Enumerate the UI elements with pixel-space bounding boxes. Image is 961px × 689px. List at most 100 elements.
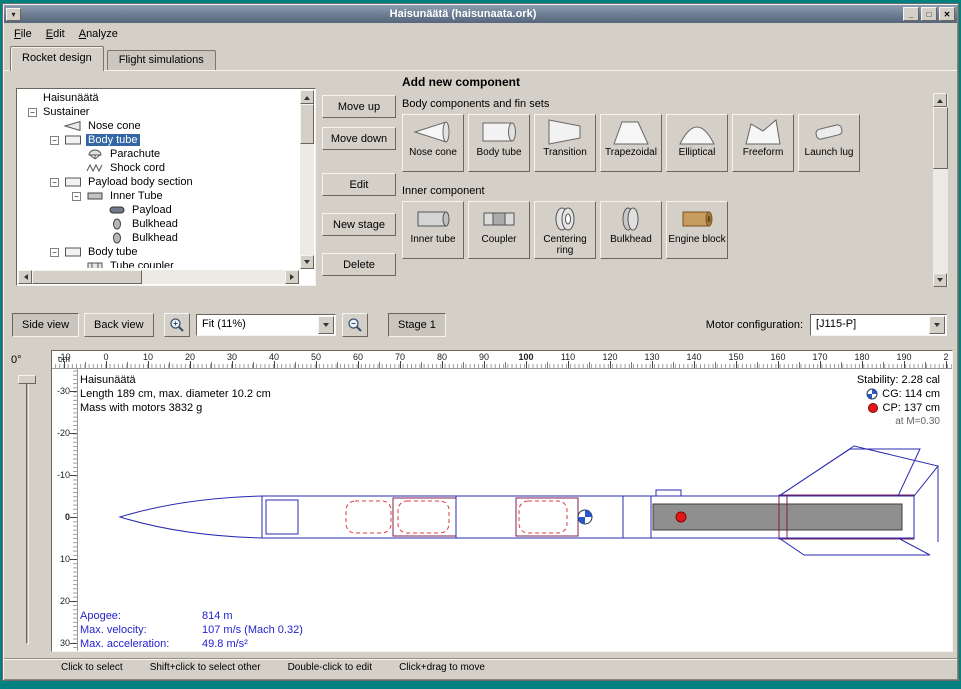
tree-expander-icon[interactable]: − xyxy=(72,192,81,201)
combo-dropdown-button[interactable] xyxy=(318,316,334,334)
minimize-button[interactable]: _ xyxy=(903,7,919,21)
rotation-slider-thumb[interactable] xyxy=(18,375,36,384)
scrollbar-thumb[interactable] xyxy=(933,107,948,169)
add-component-palette: Add new component Body components and fi… xyxy=(402,75,931,304)
tree-item[interactable]: Nose cone xyxy=(18,119,298,133)
tree-expander-icon[interactable]: − xyxy=(50,136,59,145)
h-ruler-tick xyxy=(232,361,233,368)
scroll-up-button[interactable] xyxy=(300,90,314,104)
flight-stat-label: Apogee: xyxy=(80,609,202,623)
add-component-button[interactable]: Elliptical xyxy=(666,114,728,172)
h-ruler-tick xyxy=(652,361,653,368)
scroll-left-button[interactable] xyxy=(18,270,32,284)
tree-item[interactable]: − Payload body section xyxy=(18,175,298,189)
stage-1-toggle[interactable]: Stage 1 xyxy=(388,313,446,337)
maximize-button[interactable]: □ xyxy=(921,7,937,21)
palette-row-body-components: Nose cone Body tube Transition Trapezoid… xyxy=(402,114,931,172)
cg-marker xyxy=(578,510,592,524)
h-ruler-tick xyxy=(736,361,737,368)
tree-horizontal-scrollbar[interactable] xyxy=(18,270,299,284)
add-component-button[interactable]: Transition xyxy=(534,114,596,172)
tree-item[interactable]: − Body tube xyxy=(18,245,298,259)
tree-action-button[interactable]: Move up xyxy=(322,95,396,118)
component-icon xyxy=(677,118,717,146)
menu-item[interactable]: File xyxy=(7,25,39,43)
tree-item[interactable]: − Body tube xyxy=(18,133,298,147)
tree-item[interactable]: Payload xyxy=(18,203,298,217)
scrollbar-thumb[interactable] xyxy=(32,270,142,284)
side-view-button[interactable]: Side view xyxy=(12,313,79,337)
h-ruler-tick xyxy=(820,361,821,368)
scrollbar-thumb[interactable] xyxy=(300,104,314,144)
add-component-button[interactable]: Inner tube xyxy=(402,201,464,259)
tree-item[interactable]: Bulkhead xyxy=(18,231,298,245)
window-menu-icon[interactable]: ▾ xyxy=(6,8,21,21)
tree-expander-icon[interactable]: − xyxy=(50,178,59,187)
zoom-out-button[interactable] xyxy=(342,313,368,337)
back-view-button[interactable]: Back view xyxy=(84,313,154,337)
component-label: Centering ring xyxy=(535,234,595,256)
tree-item[interactable]: Tube coupler xyxy=(18,259,298,268)
tab[interactable]: Rocket design xyxy=(10,46,104,71)
tree-action-button[interactable]: New stage xyxy=(322,213,396,236)
rocket-dimensions: Length 189 cm, max. diameter 10.2 cm xyxy=(80,387,271,401)
zoom-select[interactable]: Fit (11%) xyxy=(196,314,336,336)
magnifier-plus-icon xyxy=(169,317,185,333)
component-icon xyxy=(413,205,453,233)
tree-expander-icon[interactable]: − xyxy=(28,108,37,117)
h-ruler-tick xyxy=(610,361,611,368)
tree-item[interactable]: − Sustainer xyxy=(18,105,298,119)
combo-dropdown-button[interactable] xyxy=(929,316,945,334)
tree-item-label: Parachute xyxy=(108,148,162,160)
add-component-button[interactable]: Launch lug xyxy=(798,114,860,172)
tab-bar: Rocket designFlight simulations xyxy=(4,44,957,71)
component-label: Bulkhead xyxy=(610,234,652,245)
add-component-button[interactable]: Centering ring xyxy=(534,201,596,259)
menu-item[interactable]: Edit xyxy=(39,25,72,43)
rotation-slider-track[interactable] xyxy=(26,378,29,644)
zoom-in-button[interactable] xyxy=(164,313,190,337)
tree-item-label: Payload body section xyxy=(86,176,195,188)
tree-action-button[interactable]: Edit xyxy=(322,173,396,196)
rocket-info-block: Haisunäätä Length 189 cm, max. diameter … xyxy=(80,373,271,415)
motor-configuration-value: [J115-P] xyxy=(816,318,856,330)
rocket-drawing-area[interactable]: -100102030405060708090100110120130140150… xyxy=(51,350,953,652)
tree-vertical-scrollbar[interactable] xyxy=(300,90,314,269)
tree-action-button[interactable]: Move down xyxy=(322,127,396,150)
tree-item[interactable]: Shock cord xyxy=(18,161,298,175)
add-component-button[interactable]: Body tube xyxy=(468,114,530,172)
component-icon xyxy=(743,118,783,146)
add-component-button[interactable]: Trapezoidal xyxy=(600,114,662,172)
scroll-up-button[interactable] xyxy=(933,93,947,107)
tree-item[interactable]: Parachute xyxy=(18,147,298,161)
flight-stat-label: Max. velocity: xyxy=(80,623,202,637)
add-component-button[interactable]: Nose cone xyxy=(402,114,464,172)
scroll-down-button[interactable] xyxy=(933,273,947,287)
scroll-down-button[interactable] xyxy=(300,255,314,269)
h-ruler-tick xyxy=(862,361,863,368)
menu-item[interactable]: Analyze xyxy=(72,25,125,43)
add-component-button[interactable]: Bulkhead xyxy=(600,201,662,259)
close-button[interactable]: ✕ xyxy=(939,7,955,21)
h-ruler-tick xyxy=(148,361,149,368)
v-ruler-label: -20 xyxy=(57,428,70,438)
tree-action-button[interactable]: Delete xyxy=(322,253,396,276)
cp-icon xyxy=(867,402,879,414)
tree-expander-icon[interactable]: − xyxy=(50,248,59,257)
motor-configuration-select[interactable]: [J115-P] xyxy=(810,314,947,336)
stability-info-block: Stability: 2.28 cal CG: 114 cm CP: 137 c… xyxy=(857,373,940,429)
add-component-button[interactable]: Freeform xyxy=(732,114,794,172)
h-ruler-tick xyxy=(526,361,527,368)
palette-group-label: Inner component xyxy=(402,185,931,197)
palette-vertical-scrollbar[interactable] xyxy=(933,93,948,287)
scroll-right-button[interactable] xyxy=(285,270,299,284)
rocket-mass: Mass with motors 3832 g xyxy=(80,401,271,415)
tree-item[interactable]: Bulkhead xyxy=(18,217,298,231)
tab[interactable]: Flight simulations xyxy=(107,50,216,71)
tree-item-label: Body tube xyxy=(86,134,140,146)
tree-item[interactable]: − Inner Tube xyxy=(18,189,298,203)
add-component-button[interactable]: Coupler xyxy=(468,201,530,259)
tree-item[interactable]: Haisunäätä xyxy=(18,91,298,105)
tree-item-label: Bulkhead xyxy=(130,232,180,244)
add-component-button[interactable]: Engine block xyxy=(666,201,728,259)
